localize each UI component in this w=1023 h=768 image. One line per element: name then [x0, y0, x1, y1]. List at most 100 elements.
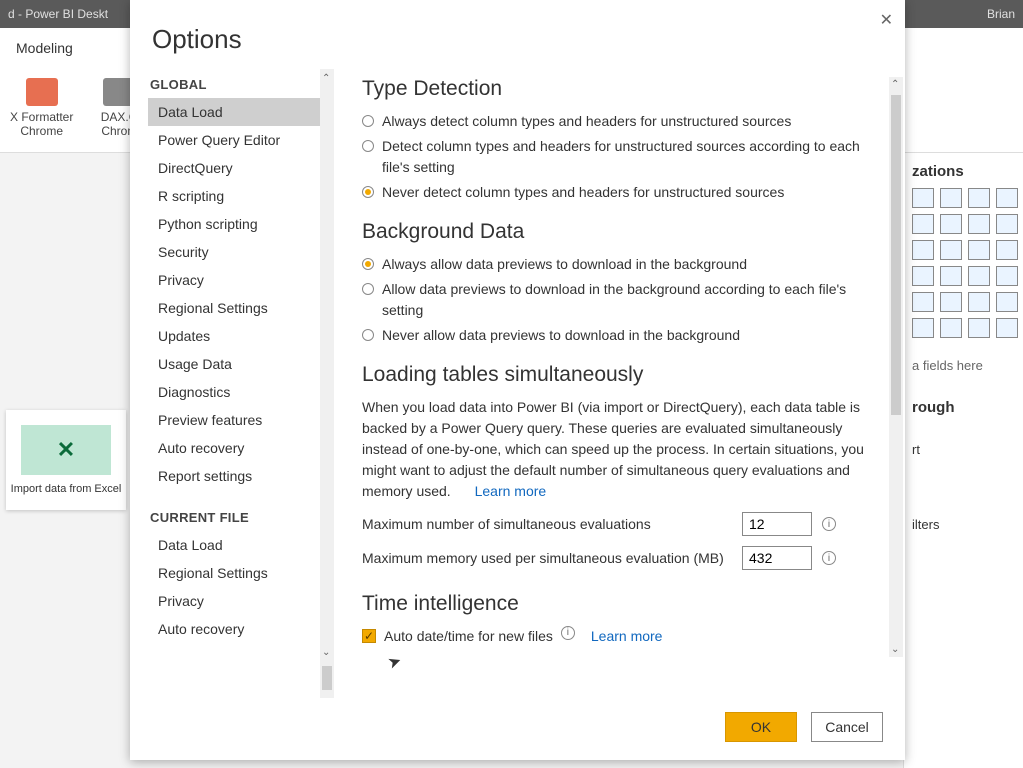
radio-bg-0[interactable]: Always allow data previews to download i…: [362, 254, 883, 274]
viz-type[interactable]: [912, 214, 934, 234]
viz-type[interactable]: [940, 188, 962, 208]
nav-current-auto-recovery[interactable]: Auto recovery: [148, 615, 332, 643]
viz-type[interactable]: [912, 240, 934, 260]
nav-global-auto-recovery[interactable]: Auto recovery: [148, 434, 332, 462]
viz-type[interactable]: [996, 318, 1018, 338]
nav-heading-current: CURRENT FILE: [148, 502, 332, 531]
nav-current-privacy[interactable]: Privacy: [148, 587, 332, 615]
chevron-up-icon[interactable]: ⌃: [891, 79, 899, 90]
content-scrollbar[interactable]: ⌃ ⌄: [889, 77, 903, 657]
chevron-down-icon[interactable]: ⌄: [322, 647, 330, 658]
title-right: Brian: [987, 7, 1015, 21]
radio-bg-1[interactable]: Allow data previews to download in the b…: [362, 279, 883, 320]
viz-type[interactable]: [996, 292, 1018, 312]
radio-icon: [362, 140, 374, 152]
radio-type-2[interactable]: Never detect column types and headers fo…: [362, 182, 883, 202]
viz-type[interactable]: [912, 318, 934, 338]
nav-global-security[interactable]: Security: [148, 238, 332, 266]
nav-global-r[interactable]: R scripting: [148, 182, 332, 210]
learn-more-link[interactable]: Learn more: [591, 626, 663, 646]
chevron-up-icon[interactable]: ⌃: [322, 73, 330, 84]
loading-desc: When you load data into Power BI (via im…: [362, 399, 864, 499]
max-mem-label: Maximum memory used per simultaneous eva…: [362, 550, 732, 566]
viz-type[interactable]: [968, 292, 990, 312]
nav-global-preview[interactable]: Preview features: [148, 406, 332, 434]
radio-bg-2[interactable]: Never allow data previews to download in…: [362, 325, 883, 345]
import-excel-card[interactable]: Import data from Excel: [6, 410, 126, 510]
info-icon[interactable]: i: [822, 551, 836, 565]
viz-heading: zations: [912, 163, 1015, 180]
viz-type[interactable]: [912, 292, 934, 312]
viz-type[interactable]: [940, 214, 962, 234]
radio-icon: [362, 186, 374, 198]
nav-global-python[interactable]: Python scripting: [148, 210, 332, 238]
learn-more-link[interactable]: Learn more: [475, 483, 547, 499]
ribbon-btn-formatter[interactable]: X Formatter Chrome: [10, 78, 73, 138]
nav-global-data-load[interactable]: Data Load: [148, 98, 332, 126]
info-icon[interactable]: i: [822, 517, 836, 531]
nav-global-pqe[interactable]: Power Query Editor: [148, 126, 332, 154]
cancel-button[interactable]: Cancel: [811, 712, 883, 742]
section-type-detection: Type Detection: [362, 77, 883, 101]
viz-type[interactable]: [996, 266, 1018, 286]
filters-suffix: ilters: [912, 517, 1015, 532]
viz-grid: [912, 188, 1015, 338]
max-eval-label: Maximum number of simultaneous evaluatio…: [362, 516, 732, 532]
viz-type[interactable]: [996, 188, 1018, 208]
radio-icon: [362, 329, 374, 341]
nav-scrollbar[interactable]: ⌃ ⌄: [320, 69, 334, 698]
viz-type[interactable]: [996, 214, 1018, 234]
nav-global-updates[interactable]: Updates: [148, 322, 332, 350]
viz-type[interactable]: [968, 240, 990, 260]
nav-global-diagnostics[interactable]: Diagnostics: [148, 378, 332, 406]
nav-global-report[interactable]: Report settings: [148, 462, 332, 490]
radio-type-0[interactable]: Always detect column types and headers f…: [362, 111, 883, 131]
content-scroll-thumb[interactable]: [891, 95, 901, 415]
nav-global-usage[interactable]: Usage Data: [148, 350, 332, 378]
max-mem-input[interactable]: [742, 546, 812, 570]
section-time-intel: Time intelligence: [362, 592, 883, 616]
viz-type[interactable]: [940, 292, 962, 312]
fields-hint: a fields here: [912, 358, 1015, 373]
viz-type[interactable]: [940, 240, 962, 260]
options-content: Type Detection Always detect column type…: [334, 69, 905, 698]
nav-heading-global: GLOBAL: [148, 69, 332, 98]
excel-icon: [21, 425, 111, 475]
ok-button[interactable]: OK: [725, 712, 797, 742]
radio-icon: [362, 115, 374, 127]
chevron-down-icon[interactable]: ⌄: [891, 644, 899, 655]
section-loading-tables: Loading tables simultaneously: [362, 363, 883, 387]
viz-type[interactable]: [940, 266, 962, 286]
nav-global-directquery[interactable]: DirectQuery: [148, 154, 332, 182]
viz-type[interactable]: [940, 318, 962, 338]
report-suffix: rt: [912, 442, 1015, 457]
drill-heading: rough: [912, 399, 1015, 416]
nav-global-privacy[interactable]: Privacy: [148, 266, 332, 294]
section-background-data: Background Data: [362, 220, 883, 244]
close-icon[interactable]: ✕: [880, 10, 893, 30]
viz-type[interactable]: [912, 188, 934, 208]
info-icon[interactable]: i: [561, 626, 575, 640]
radio-icon: [362, 283, 374, 295]
nav-scroll-thumb[interactable]: [322, 666, 332, 690]
viz-type[interactable]: [968, 188, 990, 208]
dialog-title: Options: [130, 0, 905, 69]
nav-global-regional[interactable]: Regional Settings: [148, 294, 332, 322]
options-dialog: ✕ Options GLOBAL Data Load Power Query E…: [130, 0, 905, 760]
visualizations-panel: zations a fields here rough rt ilters: [903, 153, 1023, 768]
nav-current-regional[interactable]: Regional Settings: [148, 559, 332, 587]
viz-type[interactable]: [968, 266, 990, 286]
title-left: d - Power BI Deskt: [8, 7, 108, 21]
formatter-icon: [26, 78, 58, 106]
radio-type-1[interactable]: Detect column types and headers for unst…: [362, 136, 883, 177]
radio-icon: [362, 258, 374, 270]
dialog-footer: OK Cancel: [130, 698, 905, 760]
viz-type[interactable]: [968, 318, 990, 338]
viz-type[interactable]: [968, 214, 990, 234]
viz-type[interactable]: [912, 266, 934, 286]
nav-current-data-load[interactable]: Data Load: [148, 531, 332, 559]
auto-date-checkbox-row[interactable]: Auto date/time for new files i Learn mor…: [362, 626, 883, 646]
max-eval-input[interactable]: [742, 512, 812, 536]
viz-type[interactable]: [996, 240, 1018, 260]
options-nav: GLOBAL Data Load Power Query Editor Dire…: [148, 69, 334, 698]
